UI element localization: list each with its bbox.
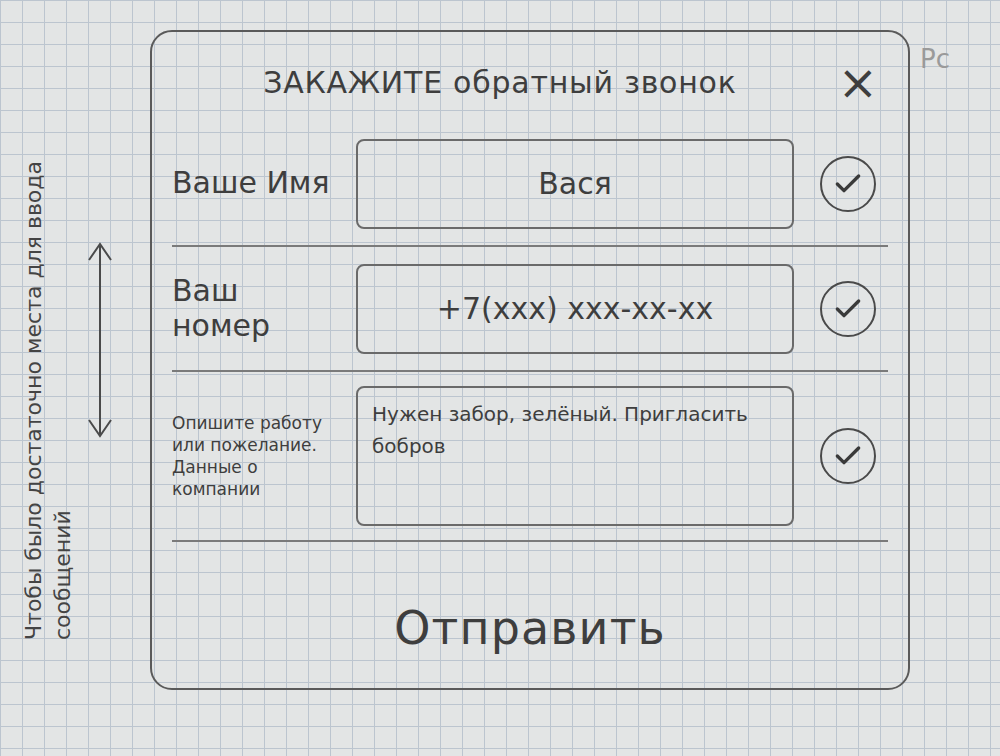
text-input[interactable]: Вася <box>356 139 794 229</box>
valid-check-icon <box>820 156 876 212</box>
text-input[interactable]: +7(xxx) xxx-xx-xx <box>356 264 794 354</box>
check-cell <box>808 156 888 212</box>
form-row: Ваше Имя Вася <box>172 122 888 247</box>
double-arrow-icon <box>85 240 115 440</box>
check-cell <box>808 281 888 337</box>
close-button[interactable]: × <box>828 58 888 106</box>
message-textarea[interactable]: Нужен забор, зелёный. Пригласить бобров <box>356 386 794 526</box>
submit-button[interactable]: Отправить <box>172 578 888 678</box>
field-label: Ваш номер <box>172 274 342 343</box>
dialog-header: ЗАКАЖИТЕ обратный звонок× <box>172 42 888 122</box>
form-row: Ваш номер+7(xxx) xxx-xx-xx <box>172 247 888 372</box>
check-cell <box>808 428 888 484</box>
dialog-title: ЗАКАЖИТЕ обратный звонок <box>172 60 828 105</box>
valid-check-icon <box>820 281 876 337</box>
annotation-note: Чтобы было достаточно места для ввода со… <box>20 40 77 640</box>
margin-annotation: Чтобы было достаточно места для ввода со… <box>20 30 140 650</box>
form-fields: Ваше ИмяВасяВаш номер+7(xxx) xxx-xx-xxОп… <box>172 122 888 578</box>
field-label: Ваше Имя <box>172 166 342 201</box>
callback-dialog: ЗАКАЖИТЕ обратный звонок×Ваше ИмяВасяВаш… <box>150 30 910 690</box>
valid-check-icon <box>820 428 876 484</box>
paper-sheet: Чтобы было достаточно места для ввода со… <box>0 0 1000 756</box>
corner-note: Pc <box>920 30 950 79</box>
form-row: Опишите работу или пожелание. Данные о к… <box>172 372 888 542</box>
field-label: Опишите работу или пожелание. Данные о к… <box>172 412 342 500</box>
